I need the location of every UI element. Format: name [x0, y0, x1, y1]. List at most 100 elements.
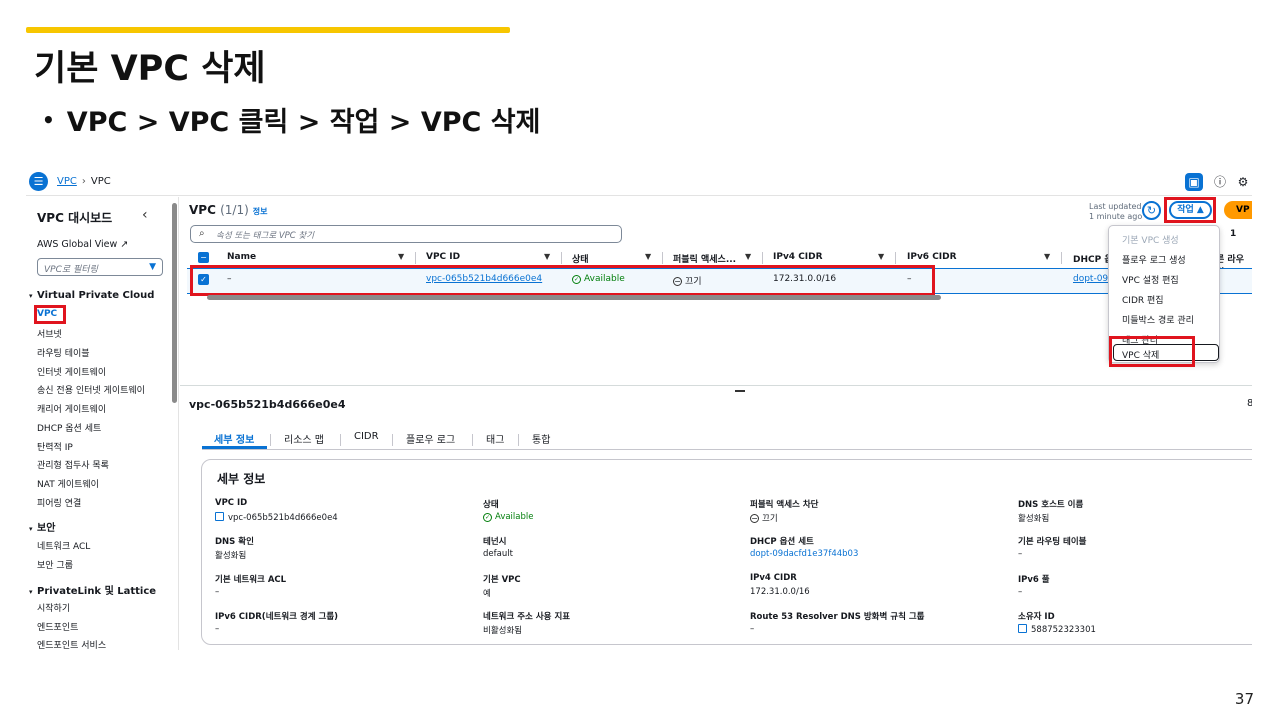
copy-icon[interactable]	[215, 512, 224, 521]
sidebar-item-endpoint-services[interactable]: 엔드포인트 서비스	[37, 638, 106, 650]
tab-divider	[340, 434, 341, 446]
search-icon: ⌕	[199, 228, 205, 239]
search-input[interactable]: ⌕ 속성 또는 태그로 VPC 찾기	[190, 225, 622, 243]
column-header-status[interactable]: 상태	[572, 252, 589, 265]
column-header-vpc-id[interactable]: VPC ID	[426, 252, 460, 262]
info-icon[interactable]: ⓘ	[1211, 173, 1229, 191]
copy-icon[interactable]	[1018, 624, 1027, 633]
sidebar-item-elastic-ips[interactable]: 탄력적 IP	[37, 440, 73, 453]
section-privatelink[interactable]: ▾ PrivateLink 및 Lattice	[29, 582, 156, 597]
menu-item-create-flow-log[interactable]: 플로우 로그 생성	[1122, 253, 1186, 266]
column-header-name[interactable]: Name	[227, 252, 256, 262]
menu-icon[interactable]: ☰	[29, 172, 48, 191]
field-value: 활성화됨	[215, 551, 247, 561]
menu-item-create-default-vpc[interactable]: 기본 VPC 생성	[1122, 233, 1179, 246]
sidebar-item-network-acls[interactable]: 네트워크 ACL	[37, 539, 90, 552]
menu-item-edit-cidrs[interactable]: CIDR 편집	[1122, 293, 1164, 306]
panel-toggle-icon[interactable]: ▣	[1185, 173, 1203, 191]
sidebar-item-nat-gateways[interactable]: NAT 게이트웨이	[37, 477, 99, 490]
select-all-checkbox[interactable]: −	[198, 252, 209, 263]
sort-icon[interactable]: ▼	[645, 252, 651, 261]
sidebar-item-prefix-lists[interactable]: 관리형 접두사 목록	[37, 458, 109, 471]
info-link[interactable]: 정보	[253, 207, 268, 216]
slide-bullet-text: VPC > VPC 클릭 > 작업 > VPC 삭제	[66, 107, 541, 138]
sort-icon[interactable]: ▼	[398, 252, 404, 261]
details-container: 세부 정보 VPC ID vpc-065b521b4d666e0e4 상태 ✓ A…	[201, 459, 1252, 645]
field-label: 테넌시	[483, 537, 507, 547]
sidebar-item-subnets[interactable]: 서브넷	[37, 327, 62, 340]
search-placeholder: 속성 또는 태그로 VPC 찾기	[216, 231, 315, 241]
highlight-box-vpc	[34, 305, 66, 324]
column-header-ipv6-cidr[interactable]: IPv6 CIDR	[907, 252, 957, 262]
sidebar-item-dhcp-option-sets[interactable]: DHCP 옵션 세트	[37, 421, 101, 434]
menu-item-middlebox-routes[interactable]: 미들박스 경로 관리	[1122, 313, 1194, 326]
last-updated-label: Last updated	[1089, 202, 1142, 211]
table-count: (1/1)	[220, 203, 249, 217]
caret-down-icon: ▼	[149, 262, 156, 272]
sidebar-item-security-groups[interactable]: 보안 그룹	[37, 558, 73, 571]
field-value: 활성화됨	[1018, 514, 1050, 524]
field-label: 기본 VPC	[483, 575, 521, 585]
tab-resource-map[interactable]: 리소스 맵	[284, 431, 324, 446]
vpc-filter-placeholder: VPC로 필터링	[44, 265, 98, 275]
chevron-left-icon[interactable]: ‹	[142, 207, 148, 223]
tab-divider	[392, 434, 393, 446]
refresh-icon[interactable]: ↻	[1142, 201, 1161, 220]
sidebar-item-carrier-gateways[interactable]: 캐리어 게이트웨이	[37, 402, 106, 415]
field-value-vpc-id: vpc-065b521b4d666e0e4	[215, 512, 338, 523]
bullet-dot-icon: •	[42, 108, 55, 132]
sort-icon[interactable]: ▼	[878, 252, 884, 261]
section-security[interactable]: ▾ 보안	[29, 519, 55, 534]
caret-down-icon: ▾	[29, 588, 33, 596]
column-header-dhcp[interactable]: DHCP 옵	[1073, 252, 1113, 265]
field-label: Route 53 Resolver DNS 방화벽 규칙 그룹	[750, 612, 925, 622]
sort-icon[interactable]: ▼	[1044, 252, 1050, 261]
sidebar-item-route-tables[interactable]: 라우팅 테이블	[37, 346, 90, 359]
sidebar-scrollbar[interactable]	[172, 203, 177, 403]
column-header-ipv4-cidr[interactable]: IPv4 CIDR	[773, 252, 823, 262]
menu-item-edit-vpc-settings[interactable]: VPC 설정 편집	[1122, 273, 1179, 286]
horizontal-scrollbar[interactable]	[207, 295, 941, 300]
create-vpc-button[interactable]: VP	[1224, 201, 1252, 219]
sort-icon[interactable]: ▼	[544, 252, 550, 261]
page-number[interactable]: 1	[1230, 229, 1236, 239]
tab-tags[interactable]: 태그	[486, 431, 504, 446]
field-value-state: ✓ Available	[483, 512, 533, 522]
field-label: IPv6 풀	[1018, 575, 1050, 585]
field-value: Available	[495, 512, 534, 522]
breadcrumb-vpc-link[interactable]: VPC	[57, 176, 77, 187]
sidebar-item-egress-only-igw[interactable]: 송신 전용 인터넷 게이트웨이	[37, 383, 145, 396]
column-header-public-access[interactable]: 퍼블릭 액세스...	[673, 252, 736, 265]
global-view-link[interactable]: AWS Global View ↗	[37, 239, 128, 250]
drag-handle-icon[interactable]	[735, 390, 745, 392]
tab-flow-logs[interactable]: 플로우 로그	[406, 431, 455, 446]
tab-details[interactable]: 세부 정보	[214, 431, 254, 446]
column-divider	[762, 252, 763, 264]
sidebar-item-peering[interactable]: 피어링 연결	[37, 496, 81, 509]
sidebar-item-getting-started[interactable]: 시작하기	[37, 601, 70, 614]
slide-title: 기본 VPC 삭제	[34, 49, 266, 89]
cell-dhcp-link[interactable]: dopt-09	[1073, 274, 1108, 284]
last-updated: Last updated 1 minute ago	[1089, 202, 1142, 222]
dhcp-options-link[interactable]: dopt-09dacfd1e37f44b03	[750, 549, 858, 559]
section-virtual-private-cloud[interactable]: ▾ Virtual Private Cloud	[29, 290, 154, 301]
split-panel-divider[interactable]	[180, 385, 1252, 386]
field-value: –	[1018, 549, 1023, 559]
vpc-filter-select[interactable]: VPC로 필터링 ▼	[37, 258, 163, 276]
sidebar-item-internet-gateways[interactable]: 인터넷 게이트웨이	[37, 365, 106, 378]
field-value: vpc-065b521b4d666e0e4	[228, 513, 338, 523]
details-panel-mark: 8	[1247, 398, 1252, 409]
sidebar-title: VPC 대시보드	[37, 211, 113, 225]
title-accent-bar	[26, 27, 510, 33]
highlight-box-delete-vpc	[1109, 336, 1195, 367]
field-value: 비활성화됨	[483, 626, 523, 636]
sidebar-item-endpoints[interactable]: 엔드포인트	[37, 620, 78, 633]
settings-icon[interactable]: ⚙	[1234, 173, 1252, 191]
sort-icon[interactable]: ▼	[745, 252, 751, 261]
tab-cidr[interactable]: CIDR	[354, 431, 379, 442]
field-value-owner-id: 588752323301	[1018, 624, 1096, 635]
column-divider	[561, 252, 562, 264]
tab-integrations[interactable]: 통합	[532, 431, 550, 446]
column-divider	[895, 252, 896, 264]
sidebar: VPC 대시보드 ‹ AWS Global View ↗ VPC로 필터링 ▼ ▾…	[26, 197, 179, 650]
